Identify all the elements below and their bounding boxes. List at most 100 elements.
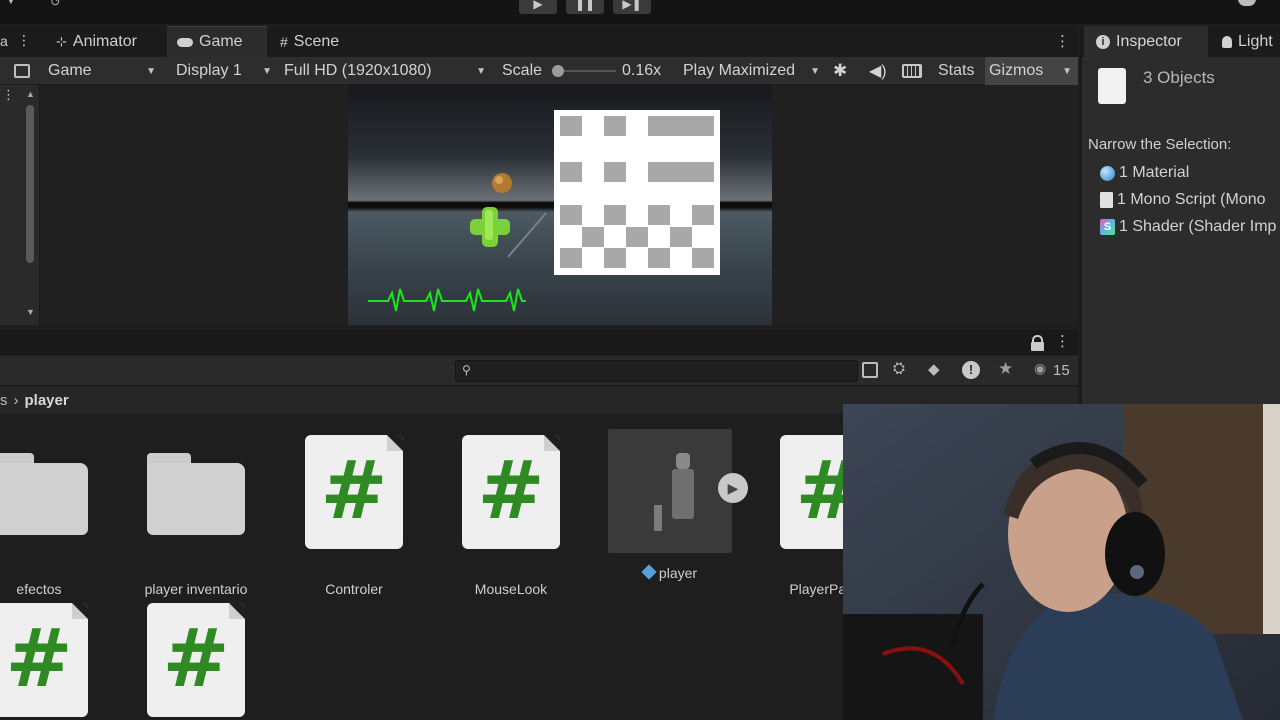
chair-back: [843, 614, 983, 720]
expand-play-icon[interactable]: ▶: [718, 473, 748, 503]
narrow-selection-label: Narrow the Selection:: [1088, 136, 1232, 153]
sword-sprite: [507, 212, 547, 258]
history-icon[interactable]: ↺: [50, 0, 61, 10]
tab-game[interactable]: Game: [167, 26, 267, 57]
asset-label: player: [658, 565, 698, 581]
chevron-right-icon: ›: [13, 391, 19, 409]
csharp-script-icon: #: [0, 603, 88, 717]
bug-icon[interactable]: ✱: [833, 57, 847, 85]
tab-animator[interactable]: ⊹ Animator: [46, 26, 147, 57]
stats-button[interactable]: Stats: [938, 57, 974, 85]
asset-label: efectos: [16, 581, 62, 597]
play-icon: ▶: [533, 0, 543, 11]
asset-label: player inventario: [144, 581, 248, 597]
scale-slider[interactable]: [552, 57, 616, 85]
animator-icon: ⊹: [56, 33, 67, 49]
display-dropdown[interactable]: Display 1 ▼: [168, 57, 274, 85]
script-file-icon: [1100, 192, 1113, 208]
inventory-panel: [554, 110, 720, 275]
bulb-icon: [1222, 35, 1232, 48]
breadcrumb-current[interactable]: player: [25, 392, 69, 409]
scroll-up-icon[interactable]: ▲: [26, 89, 35, 99]
view-dropdown[interactable]: Game ▼: [40, 57, 160, 85]
csharp-script-icon: #: [462, 435, 560, 549]
selection-item-label: 1 Shader (Shader Imp: [1119, 218, 1277, 235]
account-icon[interactable]: [1238, 0, 1256, 6]
selection-item-material[interactable]: 1 Material: [1100, 164, 1189, 182]
scale-label: Scale: [502, 62, 543, 79]
project-panel-header: ⋮: [0, 330, 1078, 355]
csharp-script-icon: #: [305, 435, 403, 549]
coin-highlight: [495, 176, 503, 184]
gizmos-button[interactable]: Gizmos ▼: [985, 57, 1078, 85]
game-toolbar: Game ▼ Display 1 ▼ Full HD (1920x1080) ▼…: [0, 57, 1078, 85]
panel-menu-icon[interactable]: ⋮: [1055, 32, 1070, 50]
project-search-input[interactable]: ⚲: [455, 360, 858, 382]
breadcrumb-prefix[interactable]: s: [0, 392, 8, 409]
search-by-type-icon[interactable]: [862, 362, 878, 378]
audio-mute-icon[interactable]: ◀): [869, 57, 887, 85]
tab-inspector[interactable]: i Inspector: [1084, 26, 1208, 57]
csharp-script-icon: #: [147, 603, 245, 717]
visibility-eye-icon[interactable]: ◉: [1034, 360, 1046, 377]
prefab-thumbnail: [608, 429, 732, 553]
headphone-logo: [1130, 565, 1144, 579]
inspector-title: 3 Objects: [1143, 68, 1215, 87]
dropdown-caret-icon[interactable]: ▼: [6, 0, 16, 7]
tag-icon[interactable]: ◆: [928, 360, 940, 378]
shader-icon: S: [1100, 219, 1115, 235]
tab-animator-label: Animator: [72, 32, 137, 50]
view-dropdown-label: Game: [48, 62, 92, 79]
tab-lighting[interactable]: Light: [1222, 26, 1273, 57]
keyboard-icon[interactable]: [902, 57, 922, 85]
strip-menu-icon[interactable]: ⋮: [2, 87, 15, 103]
play-button[interactable]: ▶: [519, 0, 557, 14]
tab-scene-label: Scene: [293, 32, 340, 50]
chevron-down-icon: ▼: [476, 65, 486, 77]
folder-icon: [0, 453, 88, 535]
pause-button[interactable]: ❚❚: [566, 0, 604, 14]
headphone-cup: [1105, 512, 1165, 596]
tab-menu-icon[interactable]: ⋮: [17, 32, 31, 49]
play-mode-label: Play Maximized: [683, 62, 796, 79]
tab-lighting-label: Light: [1238, 32, 1273, 50]
asset-label: MouseLook: [474, 581, 548, 597]
tab-overflow-label: a: [0, 33, 8, 49]
panel-menu-icon[interactable]: ⋮: [1055, 332, 1070, 350]
hidden-count: 15: [1053, 362, 1070, 379]
gamepad-icon: [177, 37, 193, 47]
editor-tab-row: a ⋮ ⊹ Animator Game # Scene ⋮: [0, 26, 1078, 57]
play-mode-dropdown[interactable]: Play Maximized ▼: [676, 57, 824, 85]
main-toolbar: ▼ ↺ ▶ ❚❚ ▶❚: [0, 0, 1280, 24]
search-by-label-icon[interactable]: ⛭: [893, 360, 905, 377]
webcam-feed: [843, 404, 1280, 720]
chevron-down-icon: ▼: [1062, 65, 1072, 77]
lock-icon-body: [1031, 342, 1044, 351]
tab-scene[interactable]: # Scene: [270, 26, 349, 57]
info-icon: i: [1096, 34, 1110, 49]
selection-item-shader[interactable]: S 1 Shader (Shader Imp: [1100, 218, 1276, 236]
chevron-down-icon: ▼: [146, 65, 156, 77]
asset-label: Controler: [325, 581, 383, 597]
warning-filter-icon[interactable]: !: [962, 361, 980, 379]
scroll-down-icon[interactable]: ▼: [26, 307, 35, 317]
scrollbar[interactable]: [26, 105, 34, 263]
chevron-down-icon: ▼: [810, 65, 820, 77]
background-wall-light: [1263, 404, 1280, 634]
game-scene: [368, 110, 720, 312]
favorites-star-icon[interactable]: ★: [998, 359, 1013, 379]
selection-item-script[interactable]: 1 Mono Script (Mono: [1100, 191, 1266, 209]
selection-item-label: 1 Material: [1119, 164, 1190, 181]
search-icon: ⚲: [462, 363, 471, 377]
heartbeat-line: [368, 288, 526, 312]
material-sphere-icon: [1100, 165, 1115, 181]
asset-label-row: player: [600, 564, 740, 581]
grid-icon: #: [280, 33, 288, 50]
health-cross-sprite: [470, 207, 510, 247]
prefab-cube-icon: [641, 564, 657, 580]
resolution-dropdown[interactable]: Full HD (1920x1080) ▼: [276, 57, 490, 85]
inspector-panel: i Inspector Light 3 Objects Narrow the S…: [1080, 26, 1280, 406]
step-button[interactable]: ▶❚: [613, 0, 651, 14]
multi-object-file-icon: [1098, 68, 1126, 104]
maximize-icon[interactable]: [14, 57, 30, 85]
